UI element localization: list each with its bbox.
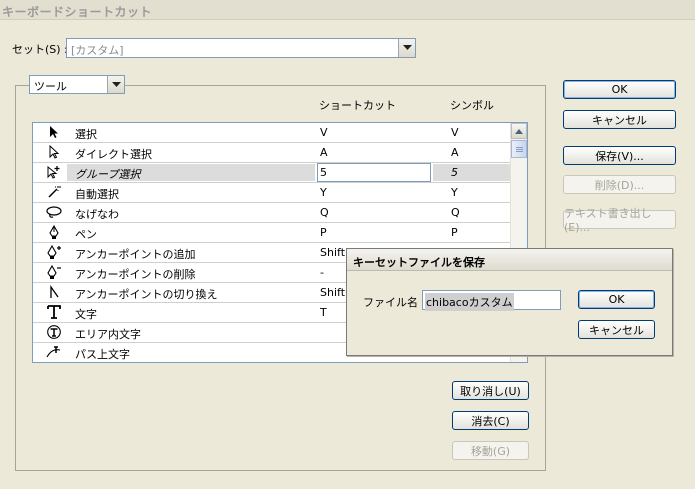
chevron-down-icon[interactable] bbox=[398, 39, 415, 57]
export-text-button[interactable]: テキスト書き出し(E)... bbox=[563, 207, 676, 234]
symbol-value: P bbox=[451, 226, 458, 239]
shortcut-value: T bbox=[320, 306, 327, 319]
shortcut-value: - bbox=[320, 266, 324, 279]
tool-category-value: ツール bbox=[34, 80, 67, 93]
set-label: セット(S) : bbox=[12, 43, 68, 56]
dialog-ok-button[interactable]: OK bbox=[578, 290, 655, 309]
column-header-shortcut: ショートカット bbox=[319, 99, 396, 112]
tool-name: エリア内文字 bbox=[75, 328, 141, 341]
delete-anchor-icon bbox=[45, 264, 63, 281]
table-row[interactable]: なげなわ Q Q bbox=[33, 203, 511, 223]
tool-name: なげなわ bbox=[75, 208, 119, 221]
tool-name: ダイレクト選択 bbox=[75, 148, 152, 161]
symbol-value: 5 bbox=[451, 166, 458, 179]
shortcut-value: Q bbox=[320, 206, 329, 219]
shortcut-value: A bbox=[320, 146, 328, 159]
clear-button[interactable]: 消去(C) bbox=[452, 411, 529, 430]
table-row[interactable]: 選択 V V bbox=[33, 123, 511, 143]
add-anchor-icon bbox=[45, 244, 63, 261]
direct-selection-icon bbox=[45, 144, 63, 161]
tool-name: アンカーポイントの削除 bbox=[75, 268, 196, 281]
chevron-down-icon[interactable] bbox=[107, 76, 124, 93]
tool-name: グループ選択 bbox=[75, 168, 141, 181]
save-keyset-dialog: キーセットファイルを保存 ファイル名 : chibacoカスタム OK キャンセ… bbox=[346, 248, 673, 356]
shortcut-value: 5 bbox=[320, 166, 327, 179]
tool-name: 選択 bbox=[75, 128, 97, 141]
table-row[interactable]: ダイレクト選択 A A bbox=[33, 143, 511, 163]
dialog-cancel-button[interactable]: キャンセル bbox=[578, 320, 655, 339]
undo-button[interactable]: 取り消し(U) bbox=[452, 381, 529, 400]
magic-wand-icon bbox=[45, 185, 63, 201]
set-dropdown[interactable]: [カスタム] bbox=[66, 38, 416, 58]
column-header-symbol: シンボル bbox=[450, 99, 494, 112]
tool-name: パス上文字 bbox=[75, 348, 130, 361]
scrollbar-thumb[interactable] bbox=[511, 140, 527, 158]
area-type-icon bbox=[45, 325, 63, 341]
file-name-input[interactable]: chibacoカスタム bbox=[422, 290, 561, 311]
table-row[interactable]: グループ選択 5 5 bbox=[33, 163, 511, 183]
set-dropdown-value: [カスタム] bbox=[71, 44, 124, 57]
shortcut-edit-field[interactable] bbox=[317, 163, 431, 182]
cancel-button[interactable]: キャンセル bbox=[563, 110, 676, 129]
tool-name: ペン bbox=[75, 228, 97, 241]
tool-name: アンカーポイントの追加 bbox=[75, 248, 196, 261]
tool-name: アンカーポイントの切り換え bbox=[75, 288, 218, 301]
type-icon bbox=[45, 305, 63, 321]
save-button[interactable]: 保存(V)... bbox=[563, 146, 676, 165]
symbol-value: Y bbox=[451, 186, 458, 199]
table-row[interactable]: 自動選択 Y Y bbox=[33, 183, 511, 203]
lasso-icon bbox=[45, 205, 63, 221]
symbol-value: V bbox=[451, 126, 459, 139]
scroll-up-icon[interactable] bbox=[511, 123, 527, 139]
pen-icon bbox=[45, 224, 63, 241]
delete-button[interactable]: 削除(D)... bbox=[563, 175, 676, 194]
path-type-icon bbox=[45, 345, 63, 361]
ok-button[interactable]: OK bbox=[563, 80, 676, 99]
group-selection-icon bbox=[45, 165, 63, 181]
tool-category-dropdown[interactable]: ツール bbox=[29, 75, 125, 94]
shortcut-value: V bbox=[320, 126, 328, 139]
selection-arrow-icon bbox=[45, 125, 63, 141]
file-name-value: chibacoカスタム bbox=[425, 293, 514, 311]
shortcut-value: Y bbox=[320, 186, 327, 199]
tool-name: 自動選択 bbox=[75, 188, 119, 201]
shortcut-value: P bbox=[320, 226, 327, 239]
tool-name: 文字 bbox=[75, 308, 97, 321]
move-button[interactable]: 移動(G) bbox=[452, 441, 529, 460]
dialog-title: キーセットファイルを保存 bbox=[347, 249, 672, 271]
table-row[interactable]: ペン P P bbox=[33, 223, 511, 243]
symbol-value: A bbox=[451, 146, 459, 159]
symbol-value: Q bbox=[451, 206, 460, 219]
window-title: キーボードショートカット bbox=[0, 0, 695, 20]
file-name-label: ファイル名 : bbox=[363, 296, 426, 309]
convert-anchor-icon bbox=[45, 284, 63, 301]
